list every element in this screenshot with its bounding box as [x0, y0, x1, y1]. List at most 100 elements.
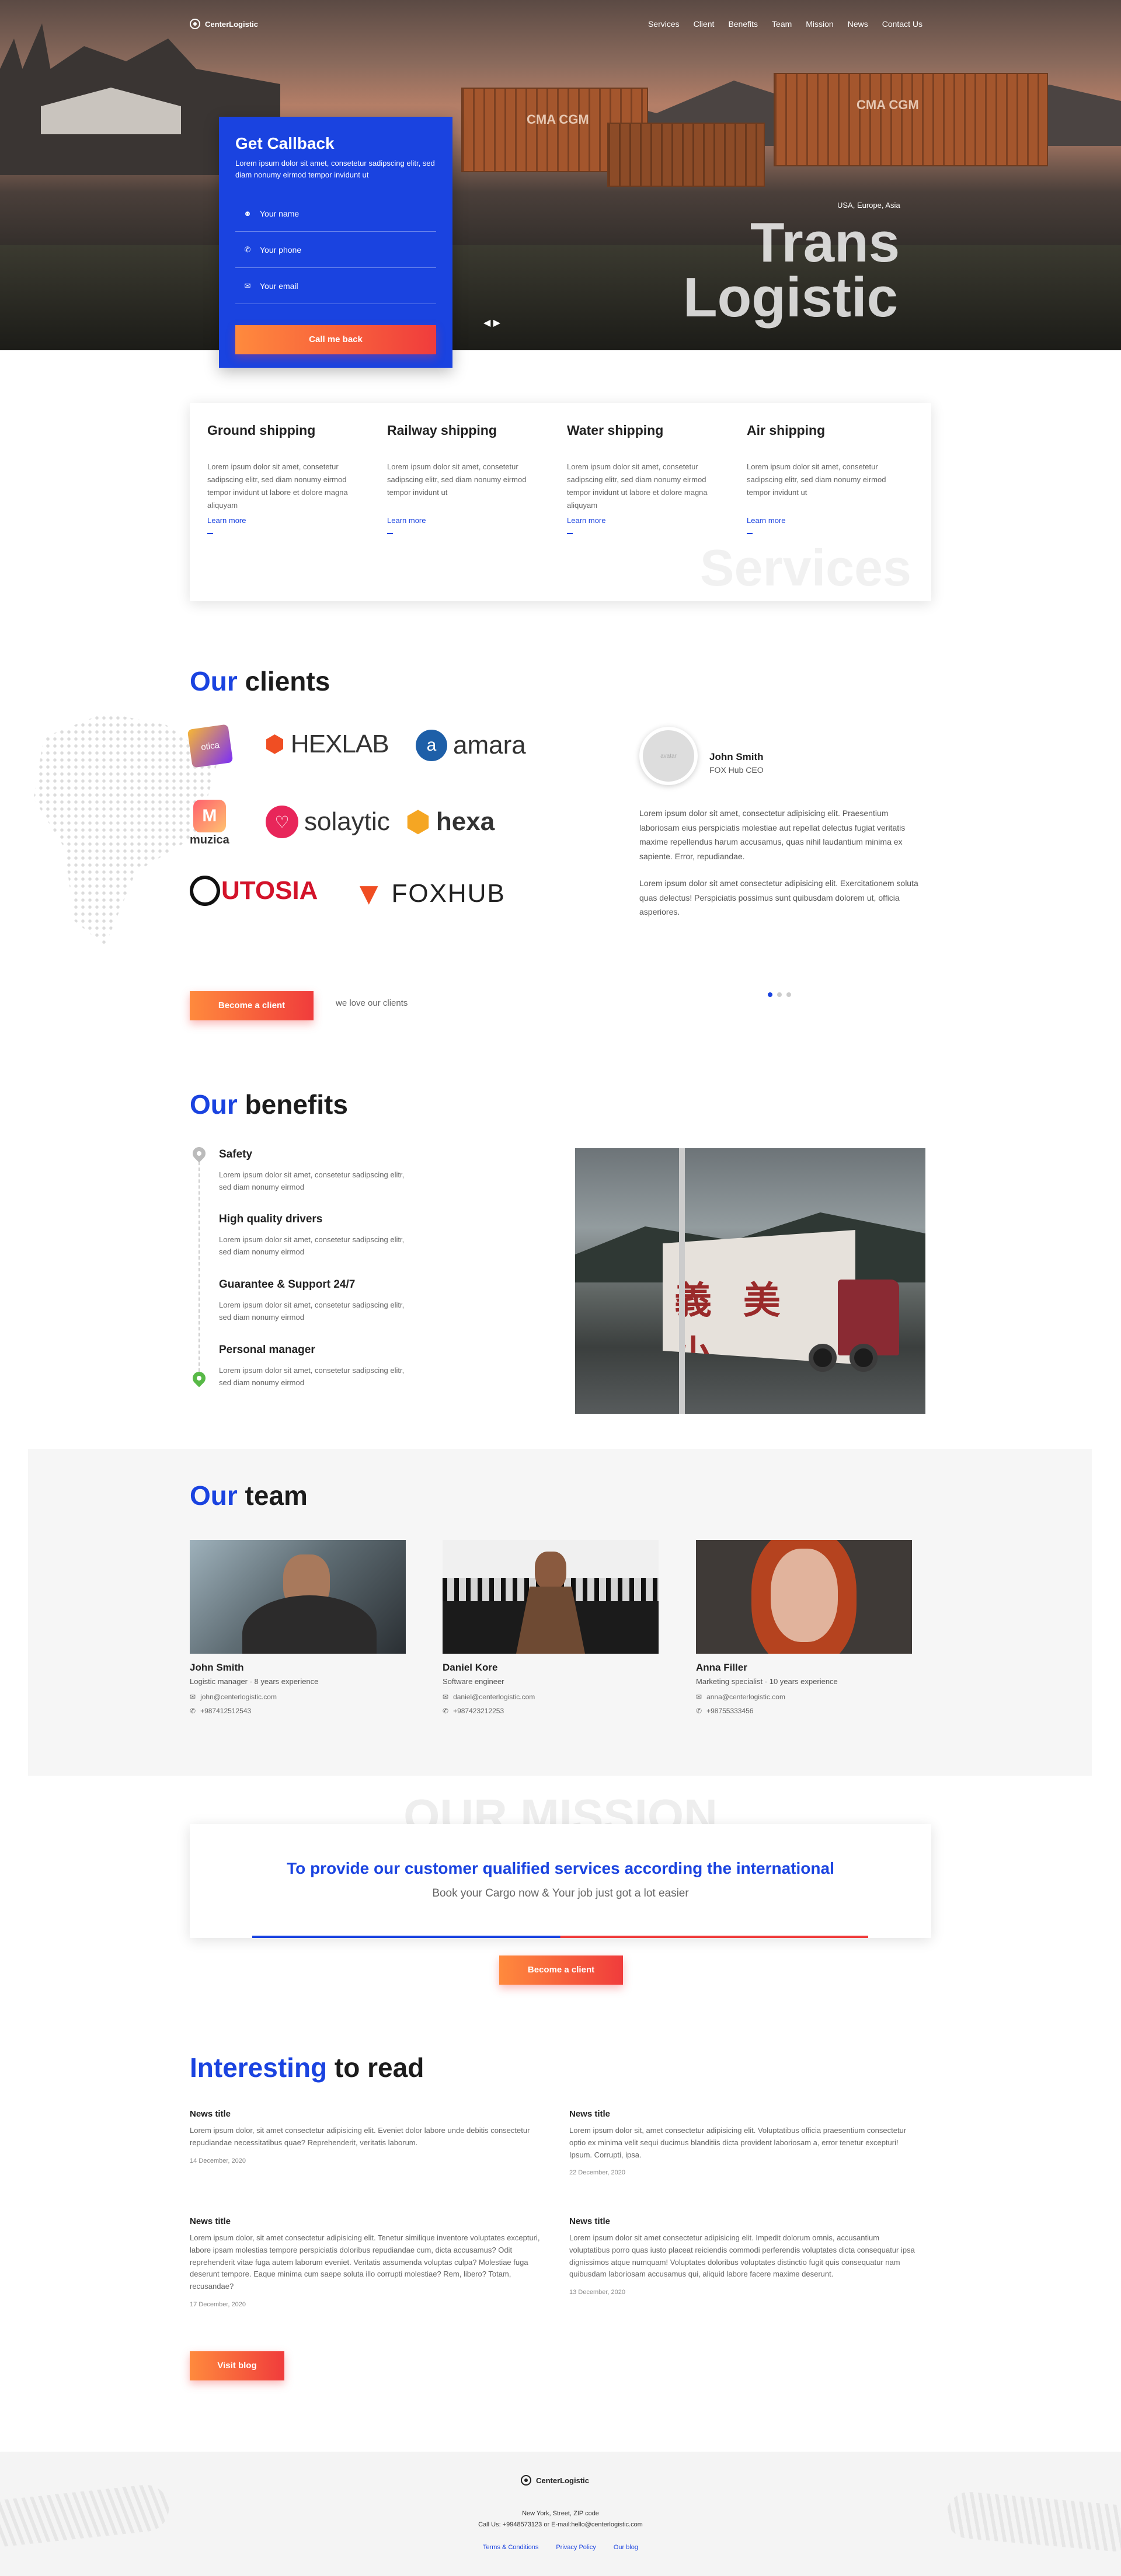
- testimonial-text: Lorem ipsum dolor sit amet, consectetur …: [639, 808, 906, 861]
- client-logo-hexlab[interactable]: ⬢ HEXLAB: [264, 730, 389, 759]
- terms-link[interactable]: Terms & Conditions: [483, 2544, 538, 2551]
- member-phone[interactable]: ✆ +987423212253: [443, 1707, 659, 1715]
- logo-icon: [190, 19, 200, 29]
- member-photo: [190, 1540, 406, 1654]
- become-client-button[interactable]: Become a client: [499, 1955, 623, 1985]
- benefit-support: Guarantee & Support 24/7 Lorem ipsum dolo…: [219, 1278, 405, 1322]
- testimonial-role: FOX Hub CEO: [709, 765, 764, 775]
- benefit-manager: Personal manager Lorem ipsum dolor sit am…: [219, 1344, 405, 1387]
- service-water: Water shipping Lorem ipsum dolor sit ame…: [567, 423, 719, 534]
- member-email[interactable]: ✉ john@centerlogistic.com: [190, 1693, 406, 1701]
- phone-icon: ✆: [190, 1707, 196, 1715]
- hero-section: CMA CGM CMA CGM CenterLogistic Services …: [0, 0, 1121, 350]
- member-phone[interactable]: ✆ +987412512543: [190, 1707, 406, 1715]
- client-logo-utosia[interactable]: UTOSIA: [190, 876, 318, 906]
- hero-title-line2: Logistic: [683, 266, 899, 329]
- name-field[interactable]: ☻ Your name: [235, 196, 436, 232]
- learn-more-link[interactable]: Learn more: [207, 516, 246, 525]
- member-phone[interactable]: ✆ +98755333456: [696, 1707, 912, 1715]
- benefit-safety: Safety Lorem ipsum dolor sit amet, conset…: [219, 1148, 405, 1191]
- member-role: Software engineer: [443, 1677, 504, 1686]
- footer-address: New York, Street, ZIP code Call Us: +994…: [478, 2510, 643, 2528]
- nav-news[interactable]: News: [848, 19, 868, 29]
- brand-logo[interactable]: CenterLogistic: [190, 19, 258, 29]
- client-logo-amara[interactable]: a amara: [416, 730, 526, 761]
- member-name: Daniel Kore: [443, 1662, 498, 1673]
- become-client-button[interactable]: Become a client: [190, 991, 314, 1020]
- testimonial-text-2: Lorem ipsum dolor sit amet consectetur a…: [639, 879, 918, 916]
- user-icon: ☻: [243, 209, 252, 218]
- hero-title-line1: Trans: [750, 211, 900, 274]
- service-ground: Ground shipping Lorem ipsum dolor sit am…: [207, 423, 359, 534]
- nav-services[interactable]: Services: [648, 19, 680, 29]
- call-me-back-button[interactable]: Call me back: [235, 325, 436, 354]
- client-logo-solaytic[interactable]: ♡ solaytic: [266, 806, 390, 838]
- mission-sub: Book your Cargo now & Your job just got …: [432, 1887, 689, 1899]
- avatar: avatar: [639, 727, 698, 785]
- location-pin-icon: [190, 1144, 208, 1163]
- visit-blog-button[interactable]: Visit blog: [190, 2351, 284, 2380]
- mission-divider: [252, 1936, 868, 1938]
- member-email[interactable]: ✉ anna@centerlogistic.com: [696, 1693, 912, 1701]
- client-logo-otica[interactable]: otica: [187, 724, 234, 768]
- services-card: Services Ground shipping Lorem ipsum dol…: [190, 403, 931, 601]
- member-role: Logistic manager - 8 years experience: [190, 1677, 319, 1686]
- privacy-link[interactable]: Privacy Policy: [556, 2544, 596, 2551]
- truck-cab: [838, 1280, 899, 1355]
- news-item[interactable]: News title Lorem ipsum dolor, sit amet co…: [190, 2216, 540, 2308]
- callback-title: Get Callback: [235, 134, 335, 152]
- news-item[interactable]: News title Lorem ipsum dolor sit, amet co…: [569, 2109, 920, 2176]
- clients-title: Our clients: [190, 666, 330, 696]
- phone-icon: ✆: [696, 1707, 702, 1715]
- team-member: Anna Filler Marketing specialist - 10 ye…: [696, 1540, 912, 1715]
- benefits-title: Our benefits: [190, 1089, 348, 1120]
- member-photo: [696, 1540, 912, 1654]
- blog-link[interactable]: Our blog: [614, 2544, 638, 2551]
- client-logo-muzica[interactable]: Mmuzica: [190, 800, 229, 847]
- footer-brand[interactable]: CenterLogistic: [521, 2475, 589, 2486]
- pagination-dot[interactable]: [768, 992, 772, 997]
- member-name: Anna Filler: [696, 1662, 747, 1673]
- news-item[interactable]: News title Lorem ipsum dolor sit amet con…: [569, 2216, 920, 2296]
- mail-icon: ✉: [443, 1693, 449, 1701]
- nav-team[interactable]: Team: [772, 19, 792, 29]
- heart-icon: ♡: [266, 806, 298, 838]
- callback-text: Lorem ipsum dolor sit amet, consetetur s…: [235, 159, 435, 179]
- utosia-icon: [190, 876, 220, 906]
- phone-field[interactable]: ✆ Your phone: [235, 232, 436, 268]
- news-item[interactable]: News title Lorem ipsum dolor, sit amet co…: [190, 2109, 540, 2164]
- nav-client[interactable]: Client: [694, 19, 715, 29]
- nav-mission[interactable]: Mission: [806, 19, 833, 29]
- member-role: Marketing specialist - 10 years experien…: [696, 1677, 838, 1686]
- pagination-dot[interactable]: [777, 992, 782, 997]
- learn-more-link[interactable]: Learn more: [387, 516, 426, 525]
- testimonial-name: John Smith: [709, 751, 764, 762]
- service-railway: Railway shipping Lorem ipsum dolor sit a…: [387, 423, 539, 534]
- slider-arrows[interactable]: ◀ ▶: [483, 317, 500, 329]
- email-field[interactable]: ✉ Your email: [235, 268, 436, 304]
- mail-icon: ✉: [190, 1693, 196, 1701]
- benefit-drivers: High quality drivers Lorem ipsum dolor si…: [219, 1213, 405, 1256]
- pagination-dot[interactable]: [786, 992, 791, 997]
- clients-tagline: we love our clients: [336, 998, 408, 1008]
- shipping-container: [607, 123, 765, 187]
- mail-icon: ✉: [244, 281, 251, 290]
- client-logo-foxhub[interactable]: ▼ FOXHUB: [353, 876, 506, 912]
- nav-contact[interactable]: Contact Us: [882, 19, 922, 29]
- learn-more-link[interactable]: Learn more: [747, 516, 785, 525]
- member-email[interactable]: ✉ daniel@centerlogistic.com: [443, 1693, 659, 1701]
- nav-benefits[interactable]: Benefits: [728, 19, 758, 29]
- main-nav: Services Client Benefits Team Mission Ne…: [648, 19, 922, 29]
- learn-more-link[interactable]: Learn more: [567, 516, 605, 525]
- mission-headline: To provide our customer qualified servic…: [287, 1859, 834, 1877]
- timeline-line: [199, 1162, 200, 1372]
- truck-wheel: [809, 1344, 837, 1372]
- news-title: Interesting to read: [190, 2052, 424, 2083]
- client-logo-hexa[interactable]: ⬢ hexa: [406, 806, 495, 838]
- team-member: John Smith Logistic manager - 8 years ex…: [190, 1540, 406, 1715]
- services-watermark: Services: [699, 539, 911, 597]
- grass-ground: [0, 245, 1121, 350]
- team-member: Daniel Kore Software engineer ✉ daniel@ce…: [443, 1540, 659, 1715]
- hexagon-icon: ⬢: [406, 807, 430, 838]
- fox-icon: ▼: [353, 876, 386, 911]
